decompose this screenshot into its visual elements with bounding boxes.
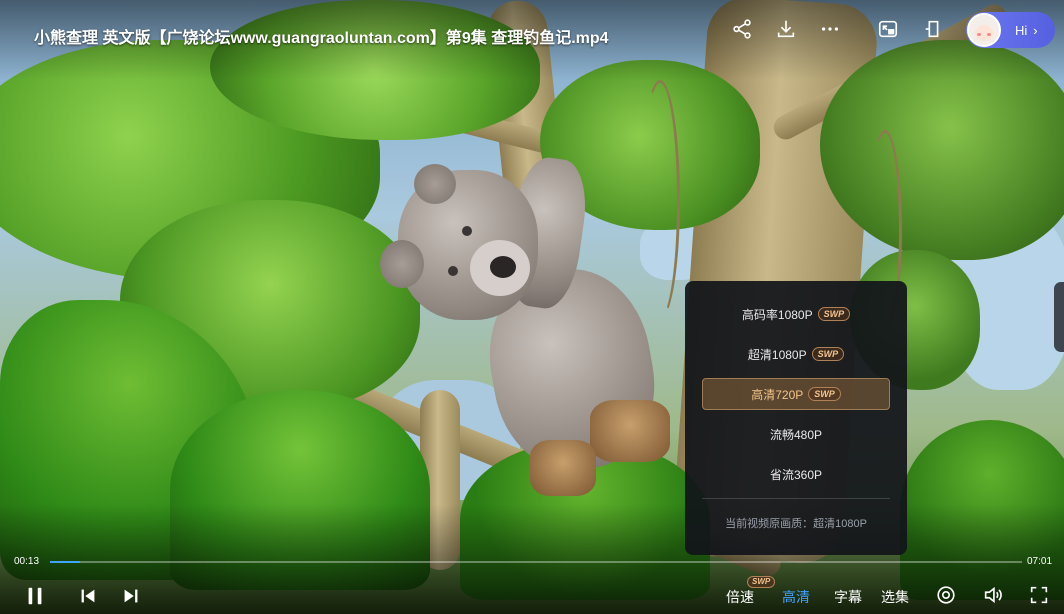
quality-option-720p[interactable]: 高清720P SWP — [702, 378, 890, 410]
download-button[interactable] — [773, 16, 799, 42]
download-icon — [777, 20, 795, 38]
video-title: 小熊查理 英文版【广饶论坛www.guangraoluntan.com】第9集 … — [34, 30, 609, 47]
bear-nose — [490, 256, 516, 278]
swp-badge: SWP — [817, 307, 851, 321]
fullscreen-icon — [1030, 586, 1048, 604]
quality-option-label: 省流360P — [769, 467, 823, 482]
original-quality-note: 当前视频原画质：超清1080P — [725, 518, 867, 530]
vine — [640, 80, 680, 320]
quality-option-label: 高清720P — [751, 387, 804, 402]
subtitle-button[interactable]: 字幕 — [834, 587, 862, 607]
bear-ear — [380, 240, 424, 288]
bear-eye — [462, 226, 472, 236]
speed-button[interactable]: 倍速 — [726, 587, 754, 607]
next-button[interactable] — [120, 585, 142, 607]
skip-previous-icon — [81, 589, 95, 603]
menu-divider — [702, 498, 890, 499]
picture-in-picture-button[interactable] — [875, 16, 901, 42]
volume-button[interactable] — [981, 583, 1005, 607]
quality-option-1080p[interactable]: 超清1080P SWP — [702, 338, 890, 370]
pause-icon — [28, 587, 42, 605]
quality-button[interactable]: 高清 — [782, 587, 810, 607]
current-time: 00:13 — [14, 556, 40, 567]
previous-button[interactable] — [77, 585, 99, 607]
share-button[interactable] — [729, 16, 755, 42]
focus-mode-button[interactable] — [934, 583, 958, 607]
swp-badge: SWP — [811, 347, 845, 361]
quality-option-label: 高码率1080P — [741, 307, 813, 322]
quality-option-label: 超清1080P — [747, 347, 807, 362]
duration: 07:01 — [1027, 556, 1053, 567]
bear-ear — [414, 164, 456, 204]
quality-option-1080p-high-bitrate[interactable]: 高码率1080P SWP — [702, 298, 890, 330]
bear-paw — [590, 400, 670, 462]
volume-icon — [984, 586, 1002, 604]
more-button[interactable] — [817, 16, 843, 42]
chevron-right-icon: › — [1033, 22, 1038, 38]
assistant-label: Hi — [1015, 22, 1028, 38]
quality-option-label: 流畅480P — [769, 427, 823, 442]
skip-next-icon — [124, 589, 138, 603]
bear-eye — [448, 266, 458, 276]
assistant-avatar — [967, 13, 1001, 47]
progress-bar[interactable] — [50, 561, 1022, 563]
swp-badge: SWP — [808, 387, 841, 401]
quality-menu: 高码率1080P SWP 超清1080P SWP 高清720P SWP 流畅48… — [685, 281, 907, 555]
episodes-button[interactable]: 选集 — [881, 587, 909, 607]
progress-fill — [50, 561, 81, 563]
target-icon — [937, 586, 955, 604]
fullscreen-button[interactable] — [1027, 583, 1051, 607]
assistant-button[interactable]: Hi › — [966, 12, 1055, 48]
side-panel-handle[interactable] — [1054, 282, 1064, 352]
pin-window-button[interactable] — [920, 16, 946, 42]
bear-paw — [530, 440, 596, 496]
quality-option-360p[interactable]: 省流360P — [702, 458, 890, 490]
more-icon — [821, 27, 839, 31]
pause-button[interactable] — [22, 583, 48, 609]
picture-in-picture-icon — [878, 20, 898, 38]
pin-window-icon — [925, 20, 939, 38]
quality-option-480p[interactable]: 流畅480P — [702, 418, 890, 450]
share-icon — [733, 19, 751, 39]
